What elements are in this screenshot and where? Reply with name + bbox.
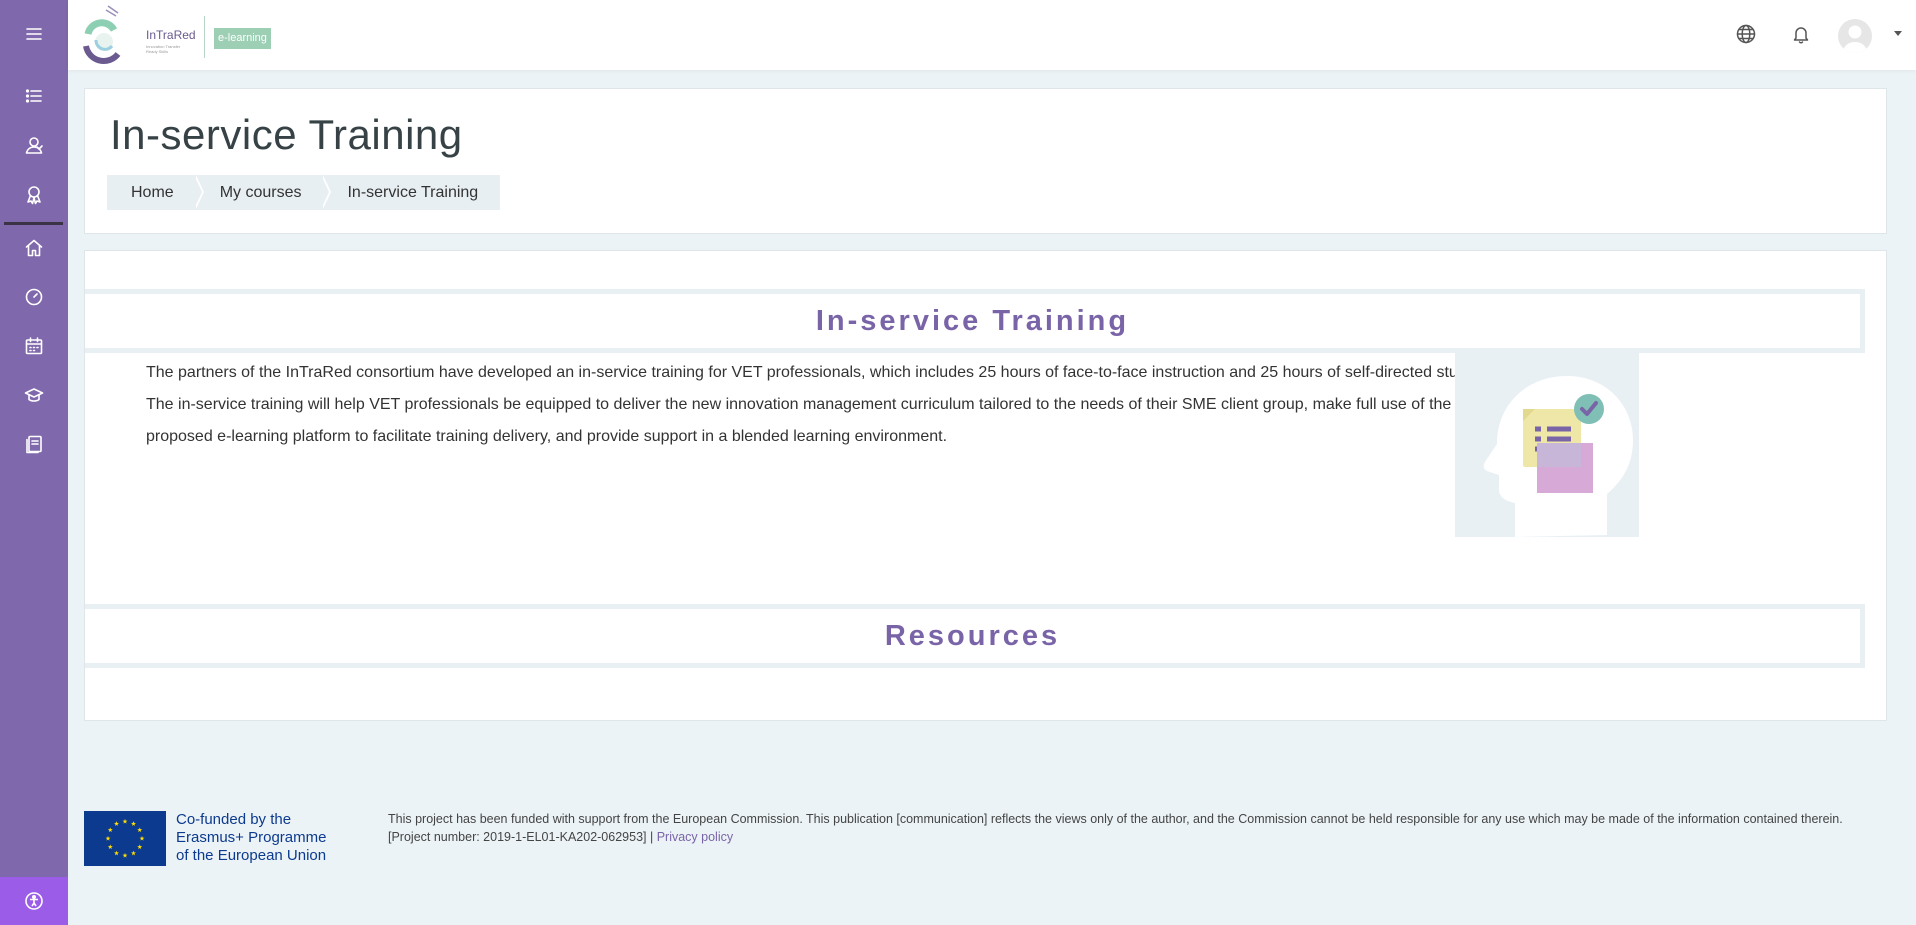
accessibility-icon [25,892,43,910]
head-notes-icon [1483,376,1633,537]
user-icon [1842,25,1868,53]
participants-icon [25,137,43,154]
training-illustration [1455,353,1639,537]
logo-tagline: Innovation Transfer Ready Skills [146,44,181,54]
page-title: In-service Training [110,111,463,158]
sidebar-item-participants[interactable] [0,123,68,167]
eu-star [105,835,111,841]
eu-star [114,821,119,826]
content-bank-icon [26,435,42,454]
top-navbar: InTraRed Innovation Transfer Ready Skill… [68,0,1916,70]
eu-star [137,827,143,833]
eu-line-2: Erasmus+ Programme [176,829,327,846]
eu-star [131,821,136,826]
user-menu-caret[interactable] [1894,31,1902,36]
eu-line-3: of the European Union [176,847,327,864]
eu-star [107,844,113,850]
elearning-badge: e-learning [214,28,271,49]
notifications-button[interactable] [1790,23,1812,45]
menu-toggle-button[interactable] [0,12,68,56]
badges-icon [27,186,41,205]
privacy-policy-link[interactable]: Privacy policy [657,830,733,844]
section-heading-resources: Resources [85,604,1865,668]
sidebar-item-my-courses[interactable] [0,373,68,417]
eu-star [122,852,128,858]
funding-disclaimer: This project has been funded with suppor… [388,810,1878,846]
course-description: The partners of the InTraRed consortium … [146,364,1478,445]
courses-icon [24,388,44,402]
user-avatar[interactable] [1838,19,1872,53]
sidebar-item-dashboard[interactable] [0,275,68,319]
eu-star [107,827,113,833]
sidebar [0,0,68,925]
calendar-icon [25,337,43,355]
sidebar-divider [4,222,63,225]
page-header: In-service Training Home My courses In-s… [84,88,1887,234]
logo-name: InTraRed [146,28,196,42]
course-content: In-service Training The partners of the … [84,250,1887,721]
section-title: In-service Training [815,304,1130,337]
hamburger-icon [26,28,42,40]
breadcrumb-current: In-service Training [347,184,479,201]
breadcrumb-home[interactable]: Home [107,175,204,210]
section-title: Resources [884,619,1061,652]
breadcrumb-my-courses[interactable]: My courses [196,175,332,210]
eu-star [114,850,119,856]
breadcrumb: Home My courses In-service Training [107,175,501,210]
sidebar-item-badges[interactable] [0,172,68,216]
eu-star [122,818,128,824]
eu-star [137,844,143,850]
dashboard-icon [25,288,43,306]
sidebar-item-course-index[interactable] [0,74,68,118]
intrared-logo-icon [83,5,121,64]
eu-cofunded-text: Co-funded by the Erasmus+ Programme of t… [176,811,336,865]
eu-flag-logo [84,811,166,866]
language-button[interactable] [1735,23,1757,45]
eu-stars-icon [105,818,145,858]
eu-star [139,835,145,841]
sidebar-item-calendar[interactable] [0,324,68,368]
eu-line-1: Co-funded by the [176,811,292,828]
bell-icon [1793,27,1809,44]
accessibility-button[interactable] [0,877,68,925]
site-logo[interactable]: InTraRed Innovation Transfer Ready Skill… [82,4,282,66]
list-icon [25,89,42,103]
section-heading-training: In-service Training [85,289,1865,353]
sidebar-item-home[interactable] [0,226,68,270]
home-icon [25,239,43,257]
globe-icon [1736,24,1756,44]
sidebar-item-content-bank[interactable] [0,422,68,466]
disclaimer-text: This project has been funded with suppor… [388,812,1843,844]
eu-star [131,850,136,856]
logo-divider [204,16,205,58]
